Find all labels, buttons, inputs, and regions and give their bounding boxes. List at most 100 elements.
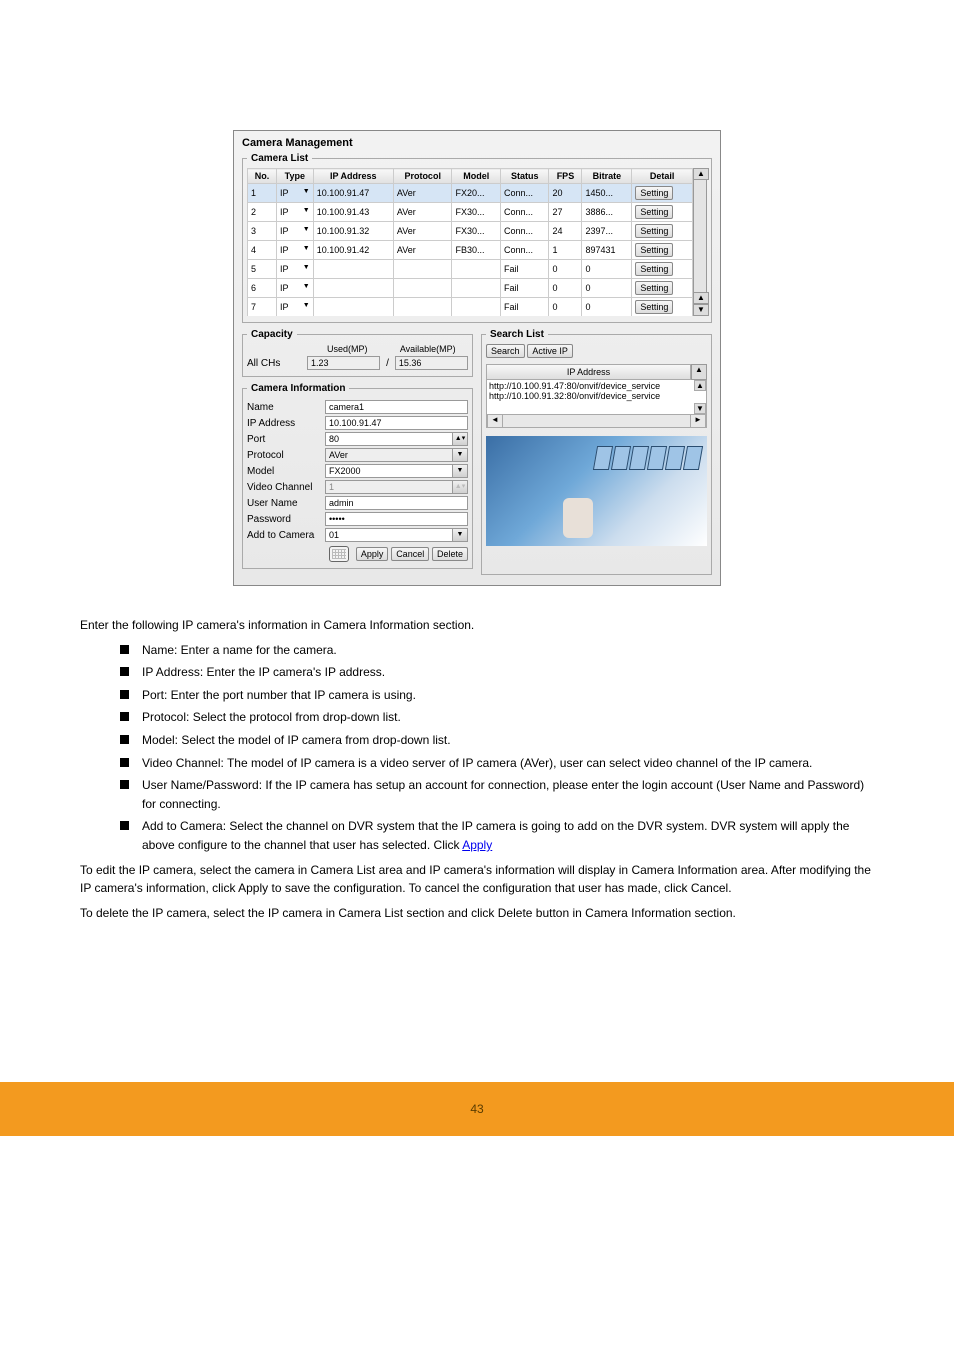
name-label: Name [247, 402, 325, 413]
table-row[interactable]: 7IP▼Fail00Setting [248, 298, 693, 317]
list-item: Model: Select the model of IP camera fro… [120, 731, 874, 750]
model-label: Model [247, 466, 325, 477]
scroll-left-icon[interactable]: ◄ [487, 415, 503, 427]
search-button[interactable]: Search [486, 344, 525, 358]
user-input[interactable] [325, 496, 468, 510]
capacity-fieldset: Capacity Used(MP) Available(MP) All CHs … [242, 329, 473, 377]
cell: 27 [549, 203, 582, 222]
type-cell-dropdown[interactable]: IP▼ [276, 241, 313, 260]
table-row[interactable]: 4IP▼10.100.91.42AVerFB30...Conn...189743… [248, 241, 693, 260]
cell: 24 [549, 222, 582, 241]
cell: 0 [582, 260, 632, 279]
active-ip-button[interactable]: Active IP [527, 344, 573, 358]
scroll-right-icon[interactable]: ► [690, 415, 706, 427]
addto-select[interactable]: 01 [325, 528, 453, 542]
capacity-legend: Capacity [247, 329, 297, 340]
col-header[interactable]: No. [248, 169, 277, 184]
name-input[interactable] [325, 400, 468, 414]
apply-link[interactable]: Apply [462, 838, 492, 852]
type-cell-dropdown[interactable]: IP▼ [276, 203, 313, 222]
page-number: 43 [470, 1102, 483, 1116]
protocol-select[interactable]: AVer [325, 448, 453, 462]
cell: AVer [393, 184, 452, 203]
col-header[interactable]: IP Address [313, 169, 393, 184]
camera-info-legend: Camera Information [247, 383, 349, 394]
scroll-up-icon[interactable]: ▲ [693, 168, 709, 180]
setting-button[interactable]: Setting [635, 281, 673, 295]
cell: 10.100.91.42 [313, 241, 393, 260]
setting-button[interactable]: Setting [635, 205, 673, 219]
user-label: User Name [247, 498, 325, 509]
cell: 2 [248, 203, 277, 222]
chevron-down-icon[interactable]: ▼ [453, 528, 468, 542]
cell [393, 298, 452, 317]
table-row[interactable]: 1IP▼10.100.91.47AVerFX20...Conn...201450… [248, 184, 693, 203]
col-header[interactable]: Model [452, 169, 500, 184]
type-cell-dropdown[interactable]: IP▼ [276, 298, 313, 317]
col-header[interactable]: Bitrate [582, 169, 632, 184]
scroll-up-icon[interactable]: ▲ [691, 364, 707, 380]
col-header[interactable]: Protocol [393, 169, 452, 184]
chevron-down-icon[interactable]: ▼ [453, 464, 468, 478]
setting-button[interactable]: Setting [635, 243, 673, 257]
cell: 0 [549, 279, 582, 298]
used-value: 1.23 [307, 356, 380, 370]
model-select[interactable]: FX2000 [325, 464, 453, 478]
cell: 0 [582, 279, 632, 298]
table-row[interactable]: 3IP▼10.100.91.32AVerFX30...Conn...242397… [248, 222, 693, 241]
port-input[interactable] [325, 432, 453, 446]
delete-button[interactable]: Delete [432, 547, 468, 561]
scroll-inner-up-icon[interactable]: ▲ [693, 292, 709, 304]
col-header[interactable]: FPS [549, 169, 582, 184]
setting-button[interactable]: Setting [635, 300, 673, 314]
setting-button[interactable]: Setting [635, 224, 673, 238]
video-channel-input: 1 [325, 480, 453, 494]
scroll-up-icon[interactable]: ▲ [694, 380, 706, 391]
type-cell-dropdown[interactable]: IP▼ [276, 260, 313, 279]
keyboard-icon[interactable] [329, 546, 349, 562]
table-row[interactable]: 6IP▼Fail00Setting [248, 279, 693, 298]
cell: FX30... [452, 203, 500, 222]
cell: 3 [248, 222, 277, 241]
cell: Conn... [500, 222, 549, 241]
search-ip-list[interactable]: http://10.100.91.47:80/onvif/device_serv… [486, 380, 707, 415]
col-header[interactable]: Status [500, 169, 549, 184]
pass-input[interactable] [325, 512, 468, 526]
apply-button[interactable]: Apply [356, 547, 389, 561]
type-cell-dropdown[interactable]: IP▼ [276, 279, 313, 298]
cell: AVer [393, 222, 452, 241]
video-spinner-icon: ▲▾ [453, 480, 468, 494]
setting-button[interactable]: Setting [635, 186, 673, 200]
cell: 3886... [582, 203, 632, 222]
ip-input[interactable] [325, 416, 468, 430]
cancel-button[interactable]: Cancel [391, 547, 429, 561]
port-spinner-icon[interactable]: ▲▾ [453, 432, 468, 446]
list-item: Protocol: Select the protocol from drop-… [120, 708, 874, 727]
search-list-legend: Search List [486, 329, 548, 340]
list-item: IP Address: Enter the IP camera's IP add… [120, 663, 874, 682]
setting-button[interactable]: Setting [635, 262, 673, 276]
list-item: Name: Enter a name for the camera. [120, 641, 874, 660]
cell: 10.100.91.43 [313, 203, 393, 222]
scroll-inner-down-icon[interactable]: ▼ [693, 304, 709, 316]
all-chs-label: All CHs [247, 358, 307, 369]
col-header[interactable]: Type [276, 169, 313, 184]
search-result-item[interactable]: http://10.100.91.47:80/onvif/device_serv… [489, 381, 704, 391]
table-row[interactable]: 5IP▼Fail00Setting [248, 260, 693, 279]
type-cell-dropdown[interactable]: IP▼ [276, 222, 313, 241]
cell: 4 [248, 241, 277, 260]
cell: 0 [549, 298, 582, 317]
table-row[interactable]: 2IP▼10.100.91.43AVerFX30...Conn...273886… [248, 203, 693, 222]
camera-info-fieldset: Camera Information Name IP Address Port [242, 383, 473, 569]
search-result-item[interactable]: http://10.100.91.32:80/onvif/device_serv… [489, 391, 704, 401]
type-cell-dropdown[interactable]: IP▼ [276, 184, 313, 203]
cell: Conn... [500, 241, 549, 260]
col-header[interactable]: Detail [632, 169, 693, 184]
chevron-down-icon[interactable]: ▼ [453, 448, 468, 462]
cell: 5 [248, 260, 277, 279]
scroll-down-icon[interactable]: ▼ [694, 403, 706, 414]
page-footer: 43 [0, 1082, 954, 1136]
cell: 1 [248, 184, 277, 203]
cell [452, 298, 500, 317]
avail-value: 15.36 [395, 356, 468, 370]
